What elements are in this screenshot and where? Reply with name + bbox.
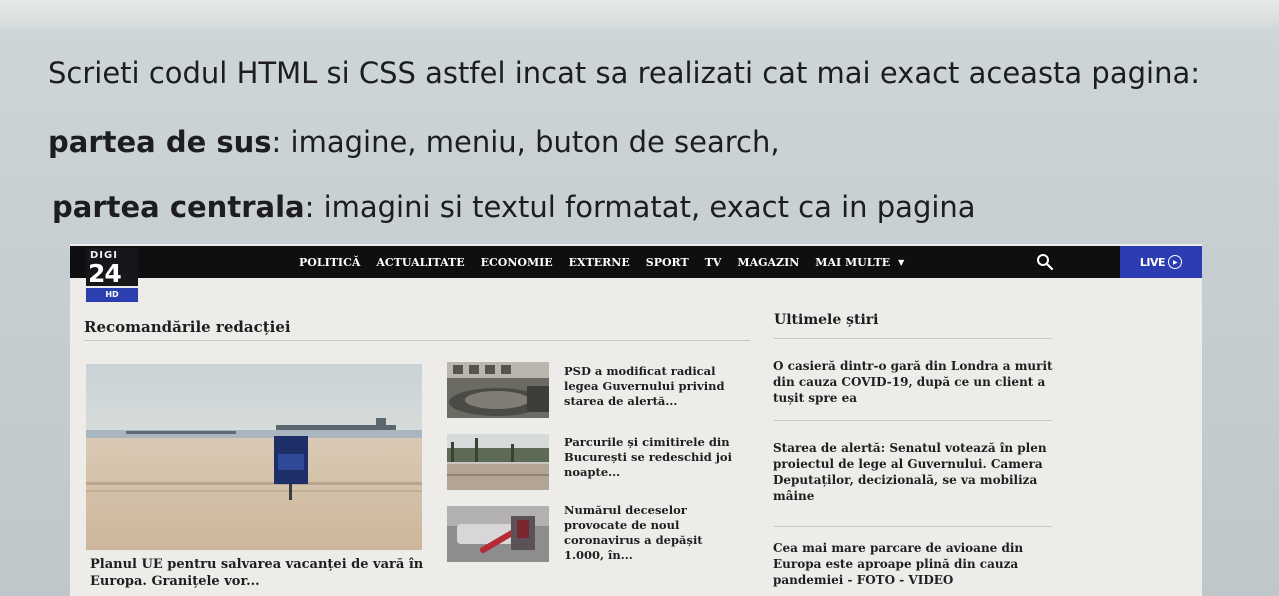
- instruction-bold: partea centrala: [52, 190, 305, 224]
- nav-more-label: MAI MULTE: [815, 255, 891, 269]
- caret-down-icon: ▼: [898, 257, 905, 267]
- section-divider: [774, 338, 1052, 339]
- instruction-text: : imagine, meniu, buton de search,: [271, 125, 780, 159]
- live-button[interactable]: LIVE ▶: [1120, 246, 1202, 278]
- main-menu: POLITICĂ ACTUALITATE ECONOMIE EXTERNE SP…: [299, 246, 904, 278]
- logo-block: DIGI 24: [86, 248, 138, 288]
- search-icon[interactable]: [1036, 253, 1054, 271]
- instruction-line-3: partea centrala: imagini si textul forma…: [52, 190, 976, 224]
- main-article-image[interactable]: [86, 364, 422, 550]
- section-title-recommended: Recomandările redacției: [84, 318, 291, 336]
- instruction-bold: partea de sus: [48, 125, 272, 159]
- latest-news-item[interactable]: Starea de alertă: Senatul votează în ple…: [773, 440, 1053, 504]
- instruction-line-1: Scrieti codul HTML si CSS astfel incat s…: [48, 56, 1200, 90]
- article-thumbnail-park[interactable]: [447, 434, 549, 490]
- latest-news-item[interactable]: Cea mai mare parcare de avioane din Euro…: [773, 540, 1053, 588]
- instruction-line-2: partea de sus: imagine, meniu, buton de …: [48, 125, 780, 159]
- nav-item-externe[interactable]: EXTERNE: [569, 256, 630, 269]
- website-screenshot: POLITICĂ ACTUALITATE ECONOMIE EXTERNE SP…: [70, 244, 1202, 596]
- nav-item-economie[interactable]: ECONOMIE: [481, 256, 553, 269]
- nav-item-magazin[interactable]: MAGAZIN: [737, 256, 799, 269]
- nav-item-more[interactable]: MAI MULTE ▼: [815, 256, 904, 269]
- article-link[interactable]: Parcurile și cimitirele din București se…: [564, 435, 744, 480]
- article-thumbnail-medical[interactable]: [447, 506, 549, 562]
- nav-item-tv[interactable]: TV: [705, 256, 722, 269]
- instruction-text: : imagini si textul formatat, exact ca i…: [304, 190, 976, 224]
- article-thumbnail-parliament[interactable]: [447, 362, 549, 418]
- logo-number: 24: [88, 259, 122, 288]
- article-link[interactable]: Numărul deceselor provocate de noul coro…: [564, 503, 744, 563]
- news-divider: [774, 420, 1052, 421]
- top-navigation-bar: POLITICĂ ACTUALITATE ECONOMIE EXTERNE SP…: [70, 246, 1202, 278]
- nav-item-actualitate[interactable]: ACTUALITATE: [376, 256, 464, 269]
- main-article-caption[interactable]: Planul UE pentru salvarea vacanței de va…: [90, 556, 440, 590]
- section-divider: [84, 340, 750, 341]
- nav-item-politica[interactable]: POLITICĂ: [299, 256, 360, 269]
- logo-hd-badge: HD: [86, 288, 138, 302]
- digi24-logo[interactable]: DIGI 24 HD: [86, 248, 138, 302]
- play-icon: ▶: [1168, 255, 1183, 269]
- news-divider: [774, 526, 1052, 527]
- article-link[interactable]: PSD a modificat radical legea Guvernului…: [564, 364, 744, 409]
- nav-item-sport[interactable]: SPORT: [646, 256, 689, 269]
- slide-top-band: [0, 0, 1279, 30]
- live-label: LIVE: [1139, 255, 1166, 269]
- section-title-latest: Ultimele știri: [774, 312, 879, 328]
- instruction-text: Scrieti codul HTML si CSS astfel incat s…: [48, 56, 1200, 90]
- latest-news-item[interactable]: O casieră dintr-o gară din Londra a muri…: [773, 358, 1053, 406]
